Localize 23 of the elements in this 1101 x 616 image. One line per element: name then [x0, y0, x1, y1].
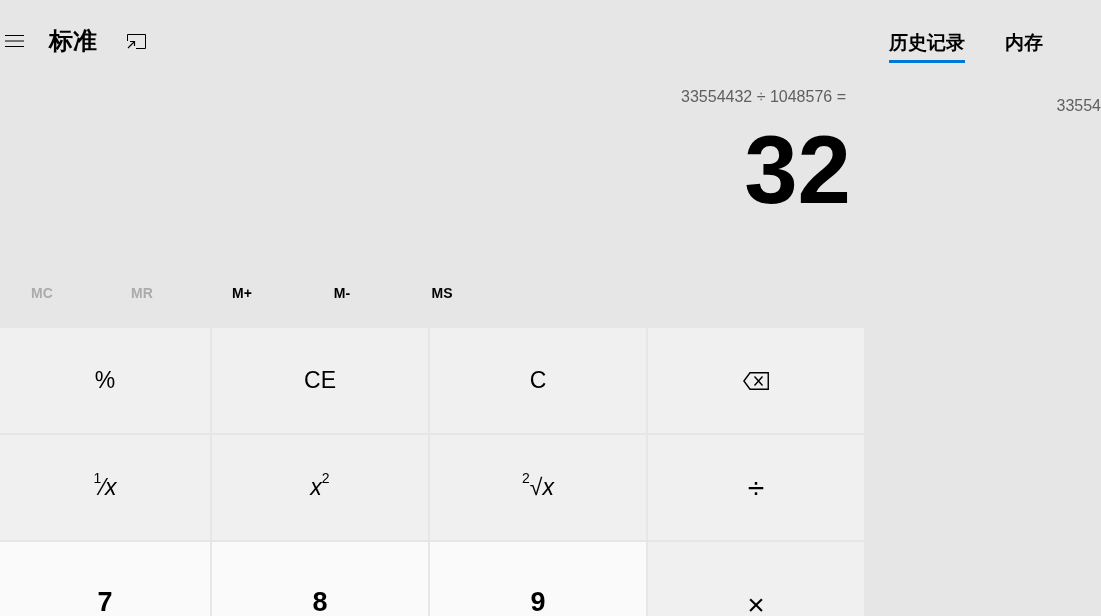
- function-key[interactable]: C: [430, 328, 646, 433]
- digit-key[interactable]: 7: [0, 542, 210, 616]
- memory-button[interactable]: M-: [300, 278, 384, 308]
- operator-key[interactable]: ×: [648, 542, 864, 616]
- memory-button[interactable]: MS: [400, 278, 484, 308]
- function-key[interactable]: $^{1}$⁄x: [0, 435, 210, 540]
- backspace-icon: [743, 371, 769, 390]
- digit-key[interactable]: 9: [430, 542, 646, 616]
- menu-icon[interactable]: [5, 35, 24, 47]
- memory-button[interactable]: M+: [200, 278, 284, 308]
- function-key[interactable]: CE: [212, 328, 428, 433]
- tab[interactable]: 内存: [1005, 31, 1043, 63]
- function-key[interactable]: x$^{2}$: [212, 435, 428, 540]
- function-key[interactable]: %: [0, 328, 210, 433]
- keep-on-top-icon[interactable]: [127, 33, 146, 49]
- function-key[interactable]: $^{2}$√x: [430, 435, 646, 540]
- mode-title: 标准: [49, 26, 97, 56]
- result-display: 32: [744, 122, 851, 218]
- operator-key[interactable]: ÷: [648, 435, 864, 540]
- history-entry[interactable]: 33554: [1056, 96, 1101, 116]
- tab[interactable]: 历史记录: [889, 31, 965, 63]
- expression-text: 33554432 ÷ 1048576 =: [681, 87, 846, 107]
- digit-key[interactable]: 8: [212, 542, 428, 616]
